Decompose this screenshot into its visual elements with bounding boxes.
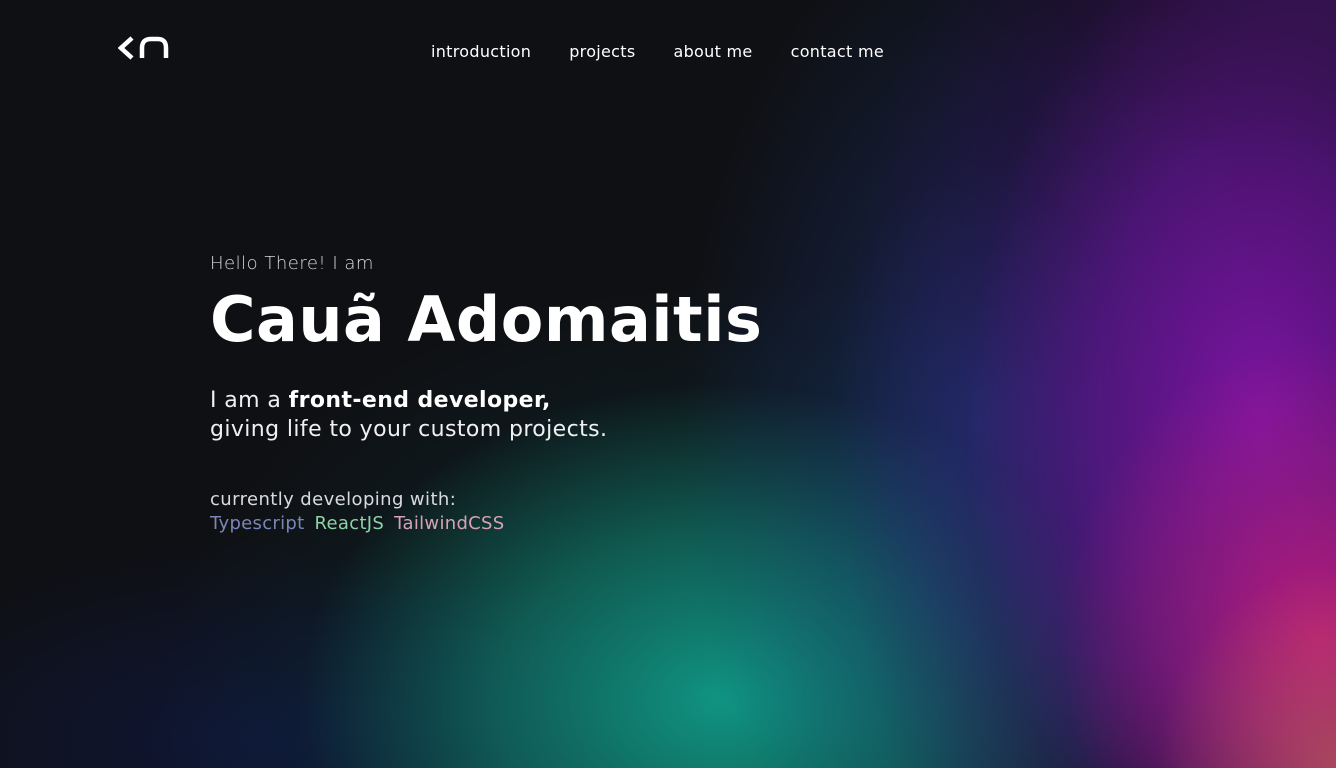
hero-greeting: Hello There! I am [210, 253, 374, 274]
logo-icon[interactable] [117, 34, 170, 62]
tagline-line-2: giving life to your custom projects. [210, 417, 608, 442]
stack-typescript: Typescript [210, 513, 305, 534]
stack-reactjs: ReactJS [314, 513, 385, 534]
stack-label: currently developing with: [210, 489, 457, 510]
stack-tailwindcss: TailwindCSS [394, 513, 505, 534]
nav-about-me[interactable]: about me [674, 40, 753, 64]
page: introduction projects about me contact m… [0, 0, 1336, 768]
tagline-role: front-end developer, [288, 388, 551, 413]
nav-introduction[interactable]: introduction [431, 40, 531, 64]
hero-tagline: I am a front-end developer, giving life … [210, 386, 910, 444]
tagline-prefix: I am a [210, 388, 289, 413]
main-nav: introduction projects about me contact m… [431, 40, 884, 64]
tech-stack: Typescript ReactJS TailwindCSS [210, 512, 910, 536]
nav-contact-me[interactable]: contact me [791, 40, 884, 64]
hero-section: Hello There! I am Cauã Adomaitis I am a … [210, 250, 910, 536]
nav-projects[interactable]: projects [569, 40, 635, 64]
hero-name: Cauã Adomaitis [210, 283, 763, 356]
